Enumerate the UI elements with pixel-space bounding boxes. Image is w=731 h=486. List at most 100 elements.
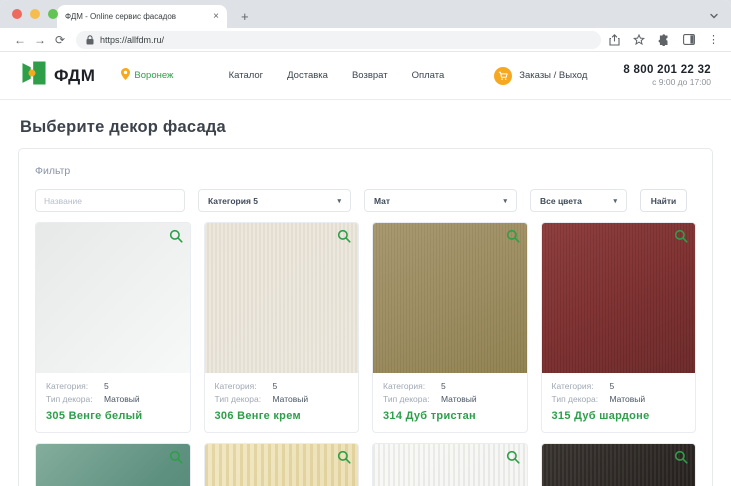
chevron-down-icon: ▾ xyxy=(503,197,507,205)
browser-toolbar: ← → ⟳ https://allfdm.ru/ ⋮ xyxy=(0,28,731,52)
decor-name-link[interactable]: 314 Дуб тристан xyxy=(383,410,517,422)
extensions-puzzle-icon[interactable] xyxy=(658,34,670,46)
filter-row: Категория 5 ▾ Мат ▾ Все цвета ▾ Найти xyxy=(35,189,696,212)
nav-item-delivery[interactable]: Доставка xyxy=(287,70,328,81)
city-label: Воронеж xyxy=(134,70,173,81)
side-panel-icon[interactable] xyxy=(683,34,695,45)
decor-card-info: Категория:5 Тип декора:Матовый 306 Венге… xyxy=(205,373,359,432)
cart-icon xyxy=(494,67,512,85)
location-pin-icon xyxy=(121,67,130,85)
tab-title: ФДМ - Online сервис фасадов xyxy=(65,12,207,21)
orders-logout-label: Заказы / Выход xyxy=(519,70,587,81)
magnifier-icon[interactable] xyxy=(506,450,520,469)
url-text: https://allfdm.ru/ xyxy=(100,35,164,45)
reload-button[interactable]: ⟳ xyxy=(50,34,70,46)
lock-icon xyxy=(86,35,94,45)
name-filter-input[interactable] xyxy=(35,189,185,212)
decor-card-info: Категория:5 Тип декора:Матовый 315 Дуб ш… xyxy=(542,373,696,432)
magnifier-icon[interactable] xyxy=(674,450,688,469)
finish-select[interactable]: Мат ▾ xyxy=(364,189,517,212)
category-label: Категория: xyxy=(46,381,104,391)
bookmark-star-icon[interactable] xyxy=(633,34,645,46)
magnifier-icon[interactable] xyxy=(169,450,183,469)
phone-block: 8 800 201 22 32 с 9:00 до 17:00 xyxy=(623,64,711,87)
minimize-window-button[interactable] xyxy=(30,9,40,19)
decor-type-label: Тип декора: xyxy=(46,394,104,404)
decor-type-value: Матовый xyxy=(610,394,646,404)
decor-type-value: Матовый xyxy=(104,394,140,404)
magnifier-icon[interactable] xyxy=(169,229,183,248)
decor-name-link[interactable]: 305 Венге белый xyxy=(46,410,180,422)
decor-card[interactable] xyxy=(372,443,528,486)
decor-card[interactable] xyxy=(541,443,697,486)
decor-type-value: Матовый xyxy=(441,394,477,404)
magnifier-icon[interactable] xyxy=(506,229,520,248)
decor-card-info: Категория:5 Тип декора:Матовый 305 Венге… xyxy=(36,373,190,432)
address-bar[interactable]: https://allfdm.ru/ xyxy=(76,31,601,49)
filter-panel: Фильтр Категория 5 ▾ Мат ▾ Все цвета ▾ Н… xyxy=(18,148,713,486)
browser-window: ФДМ - Online сервис фасадов × + ← → ⟳ ht… xyxy=(0,0,731,486)
new-tab-button[interactable]: + xyxy=(241,9,249,24)
search-button[interactable]: Найти xyxy=(640,189,687,212)
decor-card[interactable]: Категория:5 Тип декора:Матовый 306 Венге… xyxy=(204,222,360,433)
decor-type-value: Матовый xyxy=(273,394,309,404)
category-label: Категория: xyxy=(552,381,610,391)
decor-card[interactable]: Категория:5 Тип декора:Матовый 315 Дуб ш… xyxy=(541,222,697,433)
share-icon[interactable] xyxy=(609,34,620,46)
magnifier-icon[interactable] xyxy=(674,229,688,248)
site-logo[interactable]: ФДМ xyxy=(20,59,95,92)
tab-close-icon[interactable]: × xyxy=(213,11,219,22)
decor-card[interactable] xyxy=(204,443,360,486)
main-navigation: Каталог Доставка Возврат Оплата xyxy=(229,70,445,81)
category-select[interactable]: Категория 5 ▾ xyxy=(198,189,351,212)
traffic-lights xyxy=(12,9,58,19)
page-title: Выберите декор фасада xyxy=(20,118,713,137)
chevron-down-icon: ▾ xyxy=(613,197,617,205)
toolbar-icons: ⋮ xyxy=(609,33,721,46)
orders-logout-link[interactable]: Заказы / Выход xyxy=(494,67,587,85)
decor-swatch[interactable] xyxy=(36,444,190,486)
category-label: Категория: xyxy=(215,381,273,391)
decor-name-link[interactable]: 315 Дуб шардоне xyxy=(552,410,686,422)
working-hours: с 9:00 до 17:00 xyxy=(623,77,711,87)
nav-item-catalog[interactable]: Каталог xyxy=(229,70,264,81)
decor-swatch[interactable] xyxy=(542,444,696,486)
nav-item-payment[interactable]: Оплата xyxy=(412,70,445,81)
filter-label: Фильтр xyxy=(35,165,696,177)
decor-grid: Категория:5 Тип декора:Матовый 305 Венге… xyxy=(35,222,696,486)
fdm-logo-icon xyxy=(20,59,48,92)
decor-card[interactable]: Категория:5 Тип декора:Матовый 305 Венге… xyxy=(35,222,191,433)
close-window-button[interactable] xyxy=(12,9,22,19)
nav-item-returns[interactable]: Возврат xyxy=(352,70,388,81)
phone-number[interactable]: 8 800 201 22 32 xyxy=(623,64,711,76)
magnifier-icon[interactable] xyxy=(337,450,351,469)
browser-menu-icon[interactable]: ⋮ xyxy=(708,33,719,46)
decor-swatch[interactable] xyxy=(373,223,527,373)
color-select[interactable]: Все цвета ▾ xyxy=(530,189,627,212)
decor-swatch[interactable] xyxy=(542,223,696,373)
decor-card[interactable]: Категория:5 Тип декора:Матовый 314 Дуб т… xyxy=(372,222,528,433)
maximize-window-button[interactable] xyxy=(48,9,58,19)
decor-swatch[interactable] xyxy=(373,444,527,486)
forward-button[interactable]: → xyxy=(30,34,50,46)
page-content: Выберите декор фасада Фильтр Категория 5… xyxy=(0,100,731,486)
tab-strip: ФДМ - Online сервис фасадов × + xyxy=(0,0,731,28)
decor-name-link[interactable]: 306 Венге крем xyxy=(215,410,349,422)
category-value: 5 xyxy=(441,381,446,391)
city-selector[interactable]: Воронеж xyxy=(121,67,173,85)
decor-type-label: Тип декора: xyxy=(383,394,441,404)
category-label: Категория: xyxy=(383,381,441,391)
logo-text: ФДМ xyxy=(54,66,95,86)
magnifier-icon[interactable] xyxy=(337,229,351,248)
browser-tab[interactable]: ФДМ - Online сервис фасадов × xyxy=(57,5,227,28)
decor-swatch[interactable] xyxy=(36,223,190,373)
chevron-down-icon[interactable] xyxy=(709,8,719,26)
decor-swatch[interactable] xyxy=(205,444,359,486)
decor-card[interactable] xyxy=(35,443,191,486)
back-button[interactable]: ← xyxy=(10,34,30,46)
decor-swatch[interactable] xyxy=(205,223,359,373)
category-value: 5 xyxy=(273,381,278,391)
category-value: 5 xyxy=(104,381,109,391)
category-select-value: Категория 5 xyxy=(208,196,258,206)
category-value: 5 xyxy=(610,381,615,391)
